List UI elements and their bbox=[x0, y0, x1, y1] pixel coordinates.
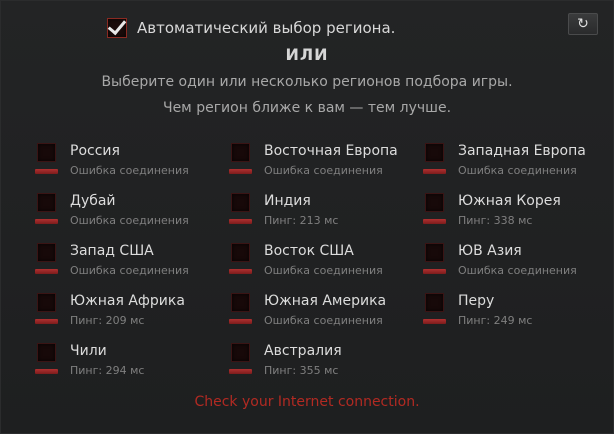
ping-bar bbox=[229, 219, 252, 224]
ping-bar bbox=[229, 319, 252, 324]
region-name: Южная Америка bbox=[264, 293, 387, 309]
region-name: Дубай bbox=[70, 193, 116, 209]
region-checkbox[interactable] bbox=[231, 343, 250, 362]
ping-bar bbox=[229, 369, 252, 374]
region-checkbox[interactable] bbox=[231, 243, 250, 262]
region-status: Ошибка соединения bbox=[458, 264, 577, 277]
region-name: Индия bbox=[264, 193, 311, 209]
region-name: Южная Африка bbox=[70, 293, 185, 309]
checkmark-icon bbox=[107, 15, 127, 36]
auto-region-label[interactable]: Автоматический выбор региона. bbox=[137, 19, 395, 37]
region-name: Западная Европа bbox=[458, 143, 586, 159]
region-checkbox[interactable] bbox=[425, 293, 444, 312]
region-checkbox[interactable] bbox=[231, 193, 250, 212]
region-checkbox[interactable] bbox=[425, 193, 444, 212]
ping-bar bbox=[35, 369, 58, 374]
ping-bar bbox=[423, 319, 446, 324]
region-name: Южная Корея bbox=[458, 193, 561, 209]
ping-bar bbox=[423, 169, 446, 174]
connection-error-message: Check your Internet connection. bbox=[194, 394, 420, 410]
region-status: Ошибка соединения bbox=[264, 164, 383, 177]
region-status: Пинг: 249 мс bbox=[458, 314, 533, 327]
region-name: Россия bbox=[70, 143, 120, 159]
region-name: Восток США bbox=[264, 243, 354, 259]
region-status: Ошибка соединения bbox=[458, 164, 577, 177]
or-label: ИЛИ bbox=[285, 45, 329, 64]
region-status: Пинг: 294 мс bbox=[70, 364, 145, 377]
ping-bar bbox=[229, 169, 252, 174]
region-select-panel: Автоматический выбор региона. ↻ ИЛИ Выбе… bbox=[0, 0, 614, 434]
reset-button[interactable]: ↻ bbox=[568, 13, 598, 35]
ping-bar bbox=[35, 169, 58, 174]
region-checkbox[interactable] bbox=[37, 193, 56, 212]
region-status: Пинг: 338 мс bbox=[458, 214, 533, 227]
region-status: Ошибка соединения bbox=[70, 264, 189, 277]
ping-bar bbox=[229, 269, 252, 274]
ping-bar bbox=[35, 219, 58, 224]
region-name: Чили bbox=[70, 343, 107, 359]
region-checkbox[interactable] bbox=[231, 293, 250, 312]
region-status: Ошибка соединения bbox=[264, 314, 383, 327]
hint-line-1: Выберите один или несколько регионов под… bbox=[101, 74, 513, 90]
region-name: Австралия bbox=[264, 343, 342, 359]
region-name: Запад США bbox=[70, 243, 154, 259]
region-name: ЮВ Азия bbox=[458, 243, 522, 259]
region-status: Ошибка соединения bbox=[70, 214, 189, 227]
refresh-icon: ↻ bbox=[577, 16, 589, 32]
region-checkbox[interactable] bbox=[37, 143, 56, 162]
region-status: Ошибка соединения bbox=[264, 264, 383, 277]
region-name: Перу bbox=[458, 293, 495, 309]
ping-bar bbox=[35, 269, 58, 274]
region-checkbox[interactable] bbox=[37, 243, 56, 262]
region-checkbox[interactable] bbox=[231, 143, 250, 162]
region-status: Пинг: 213 мс bbox=[264, 214, 339, 227]
region-checkbox[interactable] bbox=[425, 243, 444, 262]
ping-bar bbox=[423, 269, 446, 274]
region-name: Восточная Европа bbox=[264, 143, 398, 159]
region-checkbox[interactable] bbox=[425, 143, 444, 162]
hint-line-2: Чем регион ближе к вам — тем лучше. bbox=[162, 100, 452, 116]
auto-region-row[interactable]: Автоматический выбор региона. bbox=[107, 15, 395, 39]
region-checkbox[interactable] bbox=[37, 293, 56, 312]
region-status: Ошибка соединения bbox=[70, 164, 189, 177]
auto-region-checkbox[interactable] bbox=[107, 15, 127, 38]
region-status: Пинг: 209 мс bbox=[70, 314, 145, 327]
region-status: Пинг: 355 мс bbox=[264, 364, 339, 377]
ping-bar bbox=[423, 219, 446, 224]
ping-bar bbox=[35, 319, 58, 324]
region-checkbox[interactable] bbox=[37, 343, 56, 362]
